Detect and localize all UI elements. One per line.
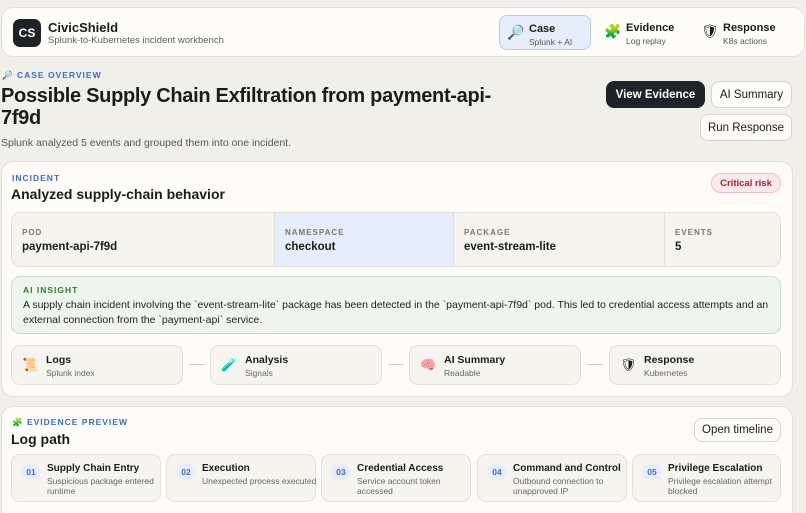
pipeline-connector [388, 364, 404, 365]
nav-tab-evidence[interactable]: 🧩 Evidence Log replay [597, 15, 689, 50]
fact-package: PACKAGE event-stream-lite [454, 213, 665, 266]
step-title: Supply Chain Entry [47, 463, 140, 474]
fact-value: event-stream-lite [464, 241, 557, 253]
fact-value: checkout [285, 241, 336, 253]
nav-tab-case[interactable]: 🔎 Case Splunk + AI [499, 15, 591, 50]
fact-label: EVENTS [675, 228, 714, 237]
pipeline-step-ai-summary[interactable]: 🧠 AI Summary Readable [409, 345, 581, 385]
fact-value: payment-api-7f9d [22, 241, 118, 253]
pipeline-step-sub: Kubernetes [644, 368, 688, 378]
critical-risk-badge: Critical risk [711, 173, 781, 193]
step-title: Credential Access [357, 463, 444, 474]
step-number: 04 [487, 464, 507, 480]
step-sub: Service account token accessed [357, 476, 441, 496]
page-subtitle: Splunk analyzed 5 events and grouped the… [1, 137, 292, 149]
app-subtitle: Splunk-to-Kubernetes incident workbench [48, 35, 224, 46]
nav-tab-label: Response [723, 22, 776, 34]
evidence-title: Log path [11, 431, 71, 447]
nav-tab-response[interactable]: 🛡 Response K8s actions [694, 15, 794, 50]
fact-events: EVENTS 5 [665, 213, 780, 266]
app-logo[interactable]: CS [13, 19, 41, 47]
fact-pod: POD payment-api-7f9d [12, 213, 275, 266]
step-sub: Suspicious package entered runtime [47, 476, 154, 496]
pipeline-step-logs[interactable]: 📜 Logs Splunk index [11, 345, 183, 385]
brain-icon: 🧠 [420, 357, 437, 372]
incident-facts: POD payment-api-7f9d NAMESPACE checkout … [11, 212, 781, 267]
pipeline-step-label: Response [644, 354, 695, 366]
incident-eyebrow: INCIDENT [12, 173, 61, 183]
puzzle-icon: 🧩 [12, 417, 24, 427]
open-timeline-button[interactable]: Open timeline [694, 418, 781, 442]
pipeline-step-label: Logs [46, 354, 72, 366]
pipeline-connector [587, 364, 603, 365]
fact-namespace: NAMESPACE checkout [275, 213, 454, 266]
page-title: Possible Supply Chain Exfiltration from … [1, 85, 492, 129]
step-number: 02 [176, 464, 196, 480]
test-tube-icon: 🧪 [221, 357, 238, 372]
nav-tab-label: Case [529, 23, 556, 35]
fact-label: NAMESPACE [285, 228, 345, 237]
fact-label: PACKAGE [464, 228, 511, 237]
pipeline-connector [189, 364, 205, 365]
nav-tab-sub: Splunk + AI [529, 37, 573, 47]
ai-insight-panel: AI INSIGHT A supply chain incident invol… [11, 276, 781, 334]
step-title: Execution [202, 463, 250, 474]
step-title: Privilege Escalation [668, 463, 763, 474]
magnifier-icon: 🔎 [507, 24, 525, 40]
case-overview-eyebrow: 🔎 CASE OVERVIEW [2, 70, 102, 81]
app-header: CS CivicShield Splunk-to-Kubernetes inci… [1, 7, 805, 57]
shield-icon: 🛡 [701, 23, 719, 39]
view-evidence-button[interactable]: View Evidence [606, 81, 705, 108]
pipeline-step-response[interactable]: 🛡 Response Kubernetes [609, 345, 781, 385]
magnifier-icon: 🔎 [2, 70, 14, 80]
pipeline-step-sub: Signals [245, 368, 273, 378]
step-sub: Unexpected process executed [202, 476, 317, 486]
puzzle-icon: 🧩 [604, 23, 622, 39]
step-sub: Outbound connection to unapproved IP [513, 476, 604, 496]
ai-insight-text: A supply chain incident involving the `e… [23, 299, 769, 326]
evidence-step[interactable]: 03 Credential Access Service account tok… [321, 454, 471, 502]
step-number: 01 [21, 464, 41, 480]
evidence-eyebrow: 🧩 EVIDENCE PREVIEW [12, 417, 128, 428]
scroll-icon: 📜 [22, 357, 39, 372]
eyebrow-label: EVIDENCE PREVIEW [26, 417, 128, 427]
step-number: 05 [642, 464, 662, 480]
pipeline-step-sub: Readable [444, 368, 481, 378]
fact-label: POD [22, 228, 43, 237]
step-sub: Privilege escalation attempt blocked [668, 476, 772, 496]
evidence-step[interactable]: 04 Command and Control Outbound connecti… [477, 454, 627, 502]
step-number: 03 [331, 464, 351, 480]
incident-title: Analyzed supply-chain behavior [11, 186, 225, 202]
nav-tab-sub: K8s actions [723, 36, 767, 46]
pipeline-step-label: Analysis [245, 354, 289, 366]
pipeline-step-sub: Splunk index [46, 368, 95, 378]
ai-insight-label: AI INSIGHT [23, 285, 79, 295]
pipeline-step-label: AI Summary [444, 354, 506, 366]
step-title: Command and Control [513, 463, 621, 474]
evidence-step[interactable]: 01 Supply Chain Entry Suspicious package… [11, 454, 161, 502]
nav-tab-label: Evidence [626, 22, 675, 34]
nav-tab-sub: Log replay [626, 36, 666, 46]
evidence-step[interactable]: 02 Execution Unexpected process executed [166, 454, 316, 502]
app-name: CivicShield [48, 20, 119, 35]
evidence-step[interactable]: 05 Privilege Escalation Privilege escala… [632, 454, 781, 502]
shield-icon: 🛡 [620, 357, 637, 372]
pipeline-step-analysis[interactable]: 🧪 Analysis Signals [210, 345, 382, 385]
fact-value: 5 [675, 241, 682, 253]
eyebrow-label: CASE OVERVIEW [16, 70, 102, 80]
ai-summary-button[interactable]: AI Summary [711, 81, 792, 108]
run-response-button[interactable]: Run Response [700, 114, 792, 141]
